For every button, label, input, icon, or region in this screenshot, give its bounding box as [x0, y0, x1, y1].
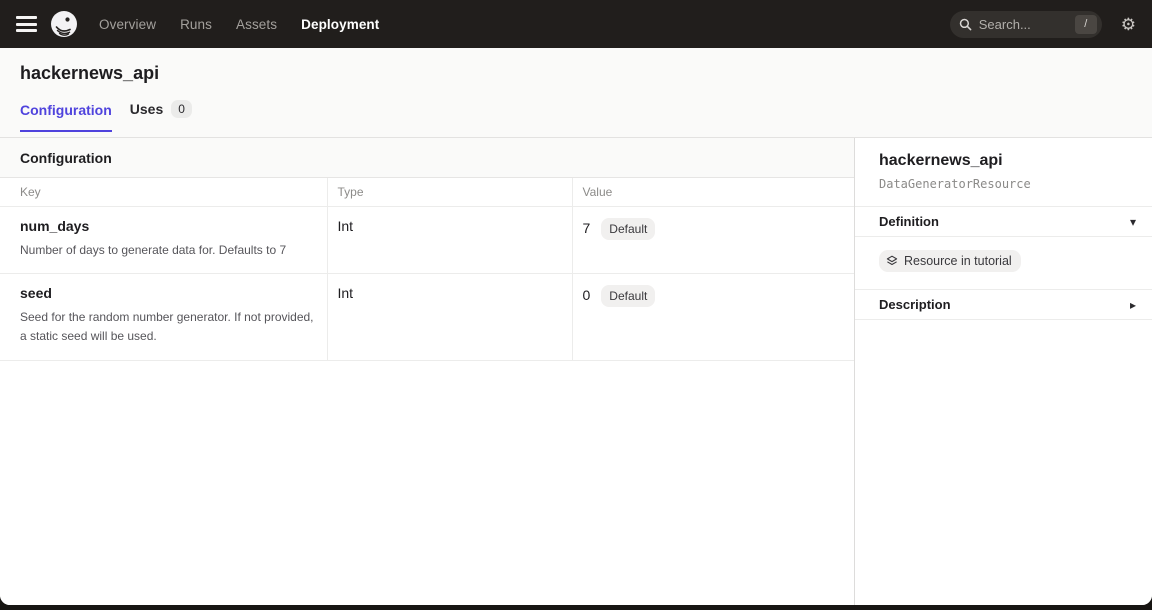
column-header-key: Key	[0, 178, 327, 207]
nav-item-deployment[interactable]: Deployment	[301, 17, 379, 32]
search-shortcut-key: /	[1075, 15, 1097, 34]
top-navigation-bar: Overview Runs Assets Deployment / ⚙	[0, 0, 1152, 48]
default-badge: Default	[601, 218, 655, 240]
search-icon	[959, 18, 972, 31]
search-input[interactable]	[979, 17, 1075, 32]
table-header-row: Key Type Value	[0, 178, 854, 207]
uses-count-badge: 0	[171, 100, 192, 118]
table-row: seed Seed for the random number generato…	[0, 274, 854, 360]
definition-section-toggle[interactable]: Definition ▾	[855, 207, 1152, 236]
tab-uses-label: Uses	[130, 101, 163, 117]
dagster-logo-icon[interactable]	[50, 10, 78, 38]
config-key: num_days	[20, 218, 317, 234]
column-header-value: Value	[572, 178, 854, 207]
content-area: Configuration Key Type Value num_days Nu…	[0, 138, 1152, 605]
section-divider	[855, 319, 1152, 320]
layers-icon	[886, 255, 898, 267]
nav-item-runs[interactable]: Runs	[180, 17, 212, 32]
column-header-type: Type	[327, 178, 572, 207]
description-section: Description ▸	[855, 289, 1152, 319]
main-nav: Overview Runs Assets Deployment	[99, 17, 379, 32]
config-key: seed	[20, 285, 317, 301]
nav-item-assets[interactable]: Assets	[236, 17, 277, 32]
config-value: 0	[583, 285, 591, 303]
resource-tag-badge[interactable]: Resource in tutorial	[879, 250, 1021, 272]
gear-icon[interactable]: ⚙	[1121, 16, 1136, 33]
topbar-right: / ⚙	[950, 11, 1136, 38]
nav-item-overview[interactable]: Overview	[99, 17, 156, 32]
config-description: Seed for the random number generator. If…	[20, 308, 317, 346]
sidebar-header: hackernews_api DataGeneratorResource	[855, 138, 1152, 206]
page-title: hackernews_api	[0, 48, 1152, 84]
config-description: Number of days to generate data for. Def…	[20, 241, 317, 260]
tab-configuration[interactable]: Configuration	[20, 102, 112, 132]
search-box[interactable]: /	[950, 11, 1102, 38]
hamburger-menu-icon[interactable]	[16, 16, 37, 32]
page-header: hackernews_api Configuration Uses 0	[0, 48, 1152, 138]
chevron-right-icon: ▸	[1130, 299, 1136, 311]
configuration-panel: Configuration Key Type Value num_days Nu…	[0, 138, 855, 605]
configuration-table: Key Type Value num_days Number of days t…	[0, 178, 854, 361]
resource-tag-label: Resource in tutorial	[904, 254, 1012, 268]
definition-section-body: Resource in tutorial	[855, 236, 1152, 289]
resource-name: hackernews_api	[879, 152, 1128, 170]
definition-section: Definition ▾ Resource in tutorial	[855, 206, 1152, 289]
definition-section-label: Definition	[879, 214, 939, 229]
description-section-toggle[interactable]: Description ▸	[855, 290, 1152, 319]
table-row: num_days Number of days to generate data…	[0, 207, 854, 274]
config-value: 7	[583, 218, 591, 236]
tab-configuration-label: Configuration	[20, 102, 112, 118]
config-type: Int	[327, 274, 572, 360]
details-sidebar: hackernews_api DataGeneratorResource Def…	[855, 138, 1152, 605]
tab-bar: Configuration Uses 0	[0, 100, 1152, 132]
default-badge: Default	[601, 285, 655, 307]
chevron-down-icon: ▾	[1130, 216, 1136, 228]
app-window: Overview Runs Assets Deployment / ⚙ hack…	[0, 0, 1152, 605]
configuration-section-header: Configuration	[0, 138, 854, 178]
description-section-label: Description	[879, 297, 951, 312]
resource-type: DataGeneratorResource	[879, 177, 1128, 191]
config-type: Int	[327, 207, 572, 274]
tab-uses[interactable]: Uses 0	[130, 100, 192, 132]
